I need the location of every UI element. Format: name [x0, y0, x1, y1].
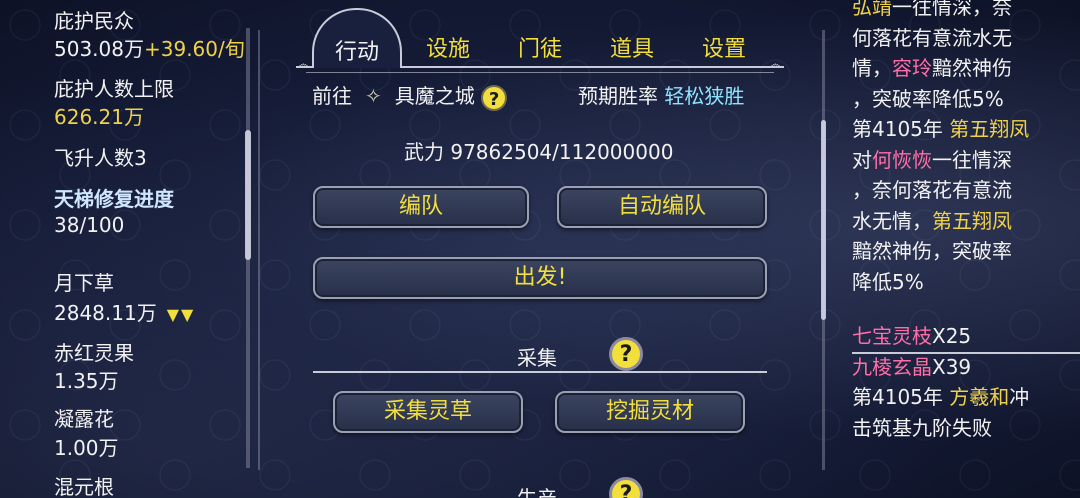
limit-value: 626.21万 — [54, 105, 144, 129]
protect-value-row: 503.08万+39.60/旬 — [54, 36, 245, 62]
log-text: 黯然神伤 — [932, 56, 1012, 80]
log-text: X25 — [932, 324, 972, 348]
log-line: 第4105年 方羲和冲 — [852, 382, 1080, 413]
tab-underline-inner — [306, 72, 774, 73]
log-name: 方羲和 — [949, 385, 1010, 409]
gather-help-icon[interactable]: ? — [609, 337, 643, 371]
log-line: 击筑基九阶失败 — [852, 413, 1080, 444]
item-name: 月下草 — [54, 271, 114, 295]
item-value: 1.35万 — [54, 369, 119, 393]
tab-disciples[interactable]: 门徒 — [512, 34, 568, 66]
log-line: 第4105年 第五翔凤 — [852, 114, 1080, 145]
log-text: 黯然神伤，突破率 — [852, 239, 1012, 263]
log-name: 第五翔凤 — [932, 208, 1012, 233]
help-icon[interactable]: ? — [481, 84, 508, 111]
log-line: ，奈何落花有意流 — [852, 175, 1080, 206]
item-name: 赤红灵果 — [54, 341, 134, 365]
destination-name[interactable]: 具魔之城 — [395, 84, 475, 108]
log-line: ，突破率降低5% — [852, 84, 1080, 115]
gather-herb-button[interactable]: 采集灵草 — [333, 391, 523, 433]
log-text: 一往情深，奈 — [892, 0, 1012, 19]
log-text: ，奈何落花有意流 — [852, 178, 1012, 202]
team-button[interactable]: 编队 — [313, 186, 529, 228]
tab-facilities[interactable]: 设施 — [420, 34, 476, 66]
goto-row: 前往 ✧ 具魔之城 ? — [312, 80, 508, 111]
produce-title: 生产 — [517, 486, 557, 498]
log-line: 九棱玄晶X39 — [852, 352, 1080, 383]
gather-title: 采集 — [517, 346, 557, 370]
left-scrollbar-thumb[interactable] — [245, 130, 251, 260]
win-rate-label: 预期胜率 — [578, 84, 658, 108]
log-line: 降低5% — [852, 267, 1080, 298]
item-value: 2848.11万 — [54, 301, 157, 325]
tab-action[interactable]: 行动 — [312, 8, 402, 68]
log-text: 水无情， — [852, 208, 932, 233]
item-value: 1.00万 — [54, 436, 119, 460]
log-text: 冲 — [1009, 385, 1030, 409]
protect-rate: +39.60/旬 — [143, 37, 245, 61]
log-text: 第4105年 — [852, 117, 950, 141]
win-rate-row: 预期胜率 轻松狭胜 — [578, 80, 744, 109]
ladder-progress-value: 38/100 — [54, 213, 125, 237]
cloud-ornament-icon: ෴ — [296, 54, 312, 73]
cloud-ornament-icon: ෴ — [768, 54, 784, 73]
item-name: 混元根 — [54, 475, 114, 498]
tab-bar: ෴ ෴ 行动 设施 门徒 道具 设置 — [296, 8, 784, 78]
resource-panel[interactable]: 庇护民众 503.08万+39.60/旬 庇护人数上限 626.21万 飞升人数… — [0, 0, 251, 498]
force-value: 武力 97862504/112000000 — [404, 140, 674, 164]
log-name: 弘靖 — [852, 0, 892, 19]
log-name: 九棱玄晶 — [852, 354, 932, 379]
limit-label: 庇护人数上限 — [54, 77, 174, 101]
win-rate-value: 轻松狭胜 — [664, 84, 745, 108]
log-text: 击筑基九阶失败 — [852, 415, 992, 440]
log-text: 一往情深 — [932, 147, 1012, 172]
log-name: 何恢恢 — [872, 147, 932, 172]
ladder-progress-label[interactable]: 天梯修复进度 — [54, 186, 174, 212]
log-text: 第4105年 — [852, 385, 950, 409]
log-line: 水无情，第五翔凤 — [852, 206, 1080, 237]
log-line: 弘靖一往情深，奈 — [852, 0, 1080, 23]
auto-team-button[interactable]: 自动编队 — [557, 186, 767, 228]
log-name: 第五翔凤 — [949, 117, 1030, 141]
log-text: X39 — [932, 354, 972, 379]
protect-label: 庇护民众 — [54, 9, 134, 33]
log-name: 七宝灵枝 — [852, 324, 932, 348]
log-divider — [852, 352, 1080, 354]
gather-divider — [313, 371, 767, 373]
log-text: ，突破率降低5% — [852, 86, 1004, 111]
location-ornament-icon: ✧ — [364, 84, 382, 108]
goto-label: 前往 — [312, 84, 352, 108]
log-text: 对 — [852, 147, 872, 172]
log-line: 对何恢恢一往情深 — [852, 145, 1080, 176]
log-line: 何落花有意流水无 — [852, 23, 1080, 54]
log-text: 何落花有意流水无 — [852, 25, 1012, 50]
depart-button[interactable]: 出发! — [313, 257, 767, 299]
tab-settings[interactable]: 设置 — [696, 34, 752, 66]
protect-value: 503.08万 — [54, 37, 144, 61]
log-line: 黯然神伤，突破率 — [852, 236, 1080, 267]
event-log[interactable]: 弘靖一往情深，奈 何落花有意流水无 情，容玲黯然神伤 ，突破率降低5% 第4105年 第… — [852, 0, 1080, 443]
center-scrollbar-thumb[interactable] — [821, 120, 826, 320]
log-line: 七宝灵枝X25 — [852, 321, 1080, 352]
dig-material-button[interactable]: 挖掘灵材 — [555, 391, 745, 433]
decrease-arrows-icon: ▼▼ — [166, 305, 196, 324]
item-value-row: 2848.11万 ▼▼ — [54, 300, 195, 328]
log-line: 情，容玲黯然神伤 — [852, 53, 1080, 84]
log-name: 容玲 — [892, 56, 932, 80]
log-text: 降低5% — [852, 269, 924, 294]
center-left-rail — [258, 30, 260, 470]
item-name: 凝露花 — [54, 407, 114, 431]
tab-items[interactable]: 道具 — [604, 34, 660, 66]
log-text: 情， — [852, 56, 892, 80]
ascend-count: 飞升人数3 — [54, 146, 147, 170]
